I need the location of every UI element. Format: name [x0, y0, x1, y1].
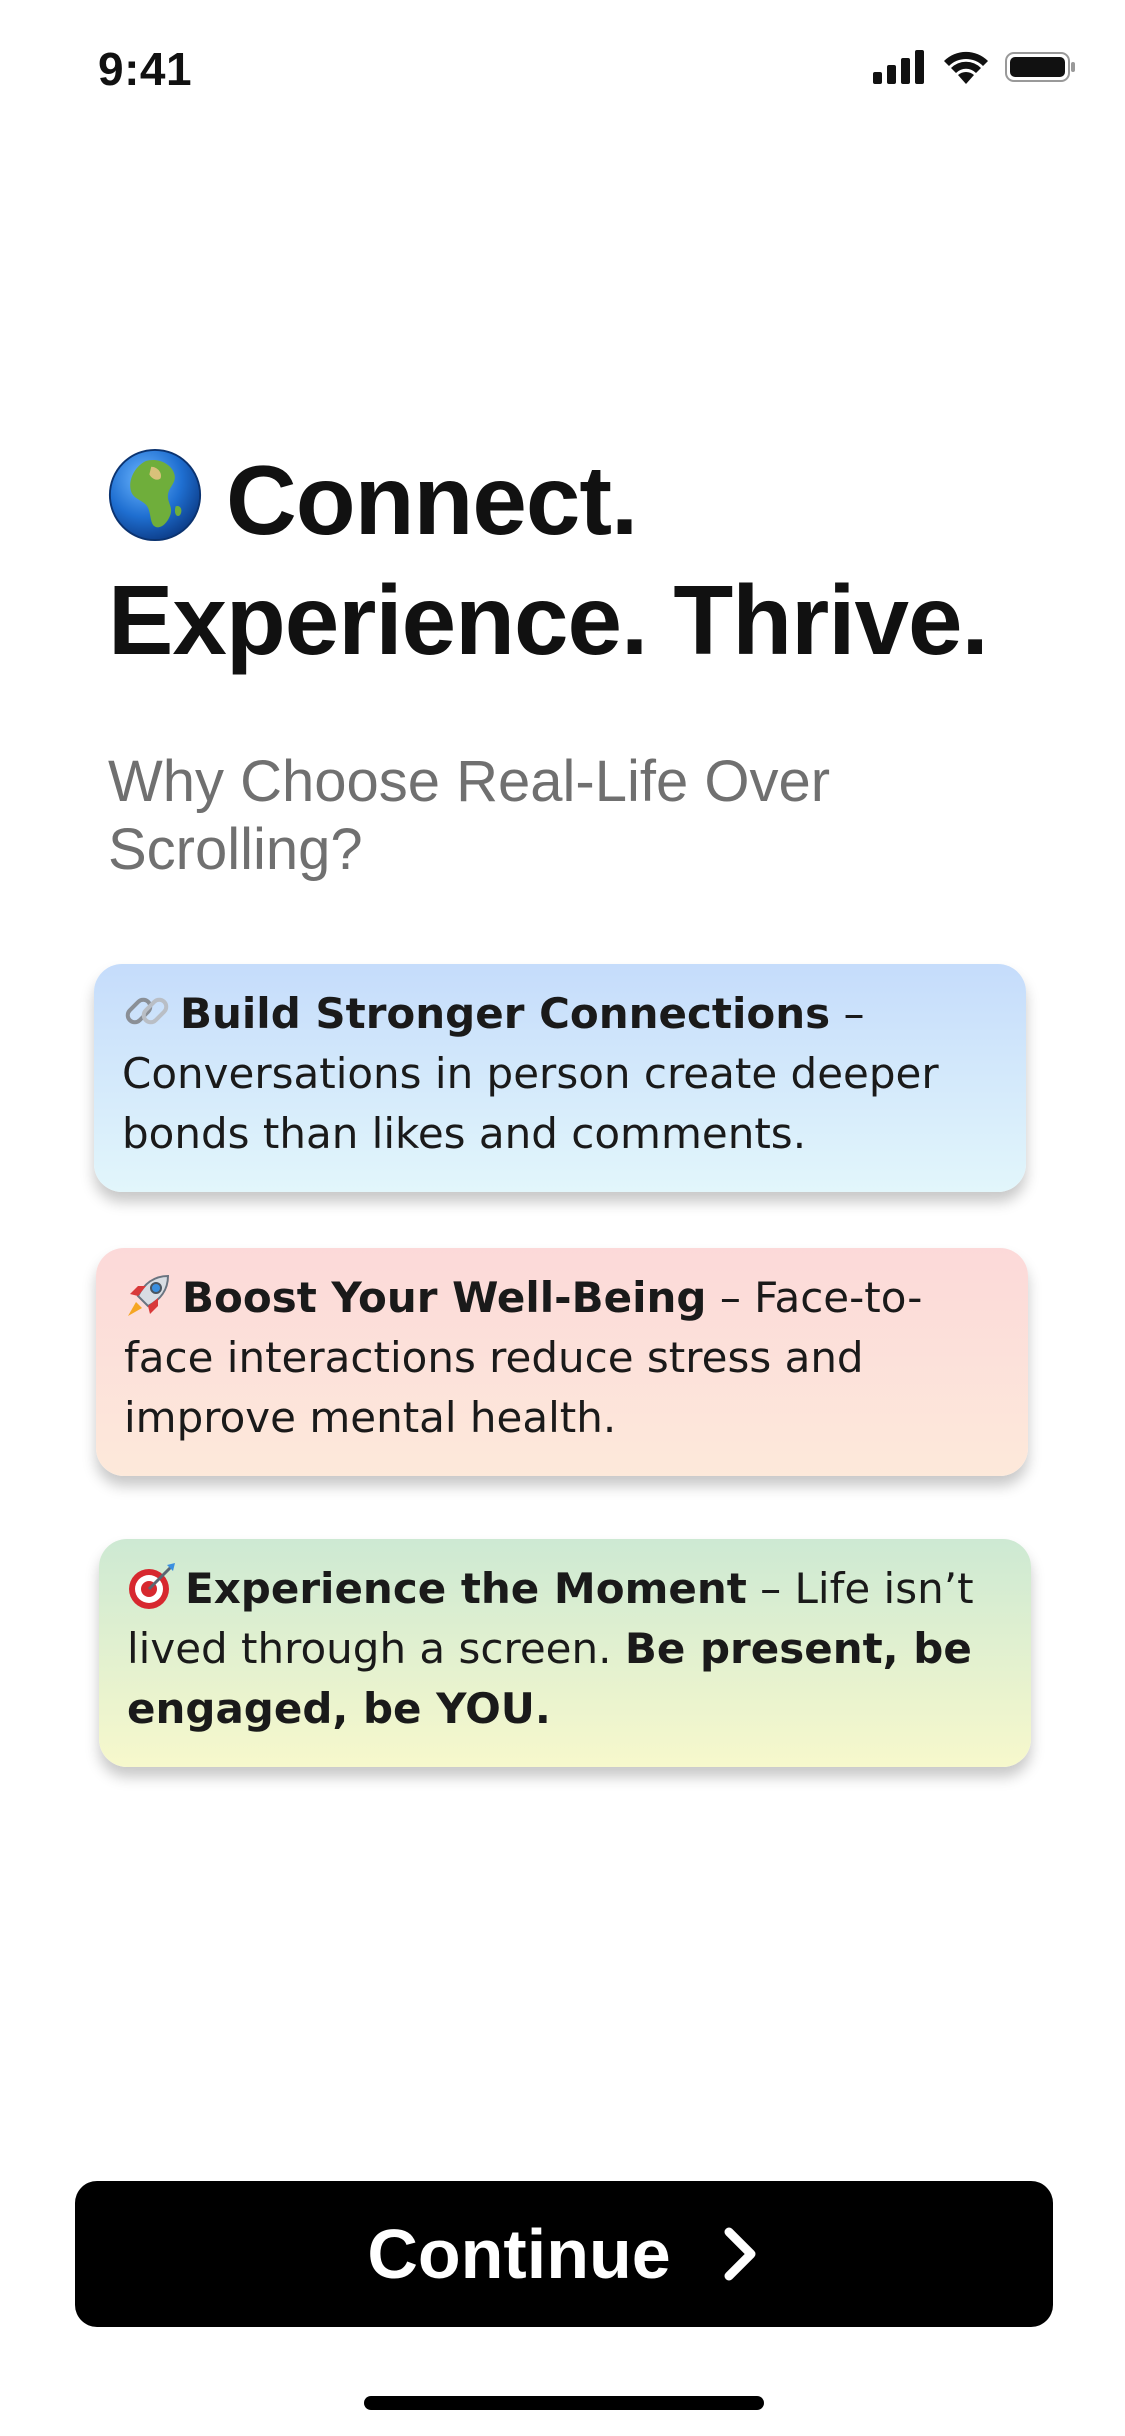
continue-button[interactable]: Continue	[75, 2181, 1053, 2327]
card-title: Boost Your Well-Being	[182, 1273, 707, 1322]
card-body: Conversations in person create deeper bo…	[122, 1049, 939, 1158]
headline-line-1: Connect.	[108, 440, 1068, 560]
link-icon	[125, 997, 169, 1025]
status-time: 9:41	[98, 43, 193, 95]
headline-connect: Connect.	[226, 445, 638, 555]
headline-line-2: Experience. Thrive.	[108, 565, 989, 675]
continue-label: Continue	[367, 2215, 671, 2293]
chevron-right-icon	[724, 2227, 756, 2281]
cellular-signal-icon	[873, 50, 924, 84]
card-separator: –	[706, 1273, 755, 1322]
card-separator: –	[746, 1564, 795, 1613]
card-title: Build Stronger Connections	[180, 989, 831, 1038]
status-bar: 9:41	[0, 0, 1125, 136]
home-indicator[interactable]	[364, 2396, 764, 2410]
status-icons	[873, 50, 1077, 84]
wifi-icon	[944, 51, 988, 84]
benefit-card-moment: Experience the Moment – Life isn’t lived…	[99, 1539, 1031, 1767]
globe-icon	[108, 448, 202, 542]
headline: Connect. Experience. Thrive.	[108, 440, 1068, 680]
card-separator: –	[830, 989, 865, 1038]
battery-icon	[1005, 52, 1075, 82]
card-title: Experience the Moment	[185, 1564, 747, 1613]
benefit-card-connections: Build Stronger Connections – Conversatio…	[94, 964, 1026, 1192]
target-icon	[129, 1563, 175, 1609]
rocket-icon	[128, 1274, 170, 1316]
benefit-card-wellbeing: Boost Your Well-Being – Face-to-face int…	[96, 1248, 1028, 1476]
subtitle: Why Choose Real-Life Over Scrolling?	[108, 749, 831, 882]
